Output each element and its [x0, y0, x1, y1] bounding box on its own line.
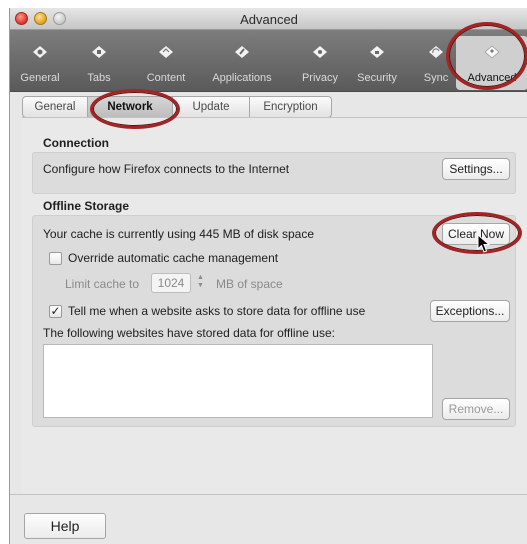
tab-update[interactable]: Update [172, 96, 250, 118]
toolbar-item-content[interactable]: Content [136, 36, 196, 90]
content-icon [159, 46, 173, 58]
bottom-divider [10, 494, 527, 495]
stepper-up-icon: ▲ [197, 274, 204, 281]
privacy-icon [313, 46, 327, 58]
tab-general[interactable]: General [22, 96, 88, 118]
cache-limit-stepper[interactable]: ▲ ▼ [196, 274, 205, 292]
preferences-window: Advanced General Tabs Content Applicatio… [9, 8, 527, 544]
toolbar-item-advanced[interactable]: Advanced [456, 36, 527, 90]
offline-storage-heading: Offline Storage [43, 199, 130, 213]
exceptions-button[interactable]: Exceptions... [430, 300, 510, 322]
limit-cache-prefix: Limit cache to [65, 277, 140, 291]
cache-limit-field[interactable]: 1024 [151, 273, 191, 293]
tab-bar: General Network Update Encryption [22, 96, 332, 118]
connection-description: Configure how Firefox connects to the In… [43, 162, 290, 176]
connection-settings-button[interactable]: Settings... [442, 158, 510, 180]
offline-sites-list[interactable] [43, 344, 433, 418]
toolbar-item-privacy[interactable]: Privacy [290, 36, 350, 90]
window-title: Advanced [240, 12, 298, 27]
cache-limit-value: 1024 [157, 276, 185, 290]
security-icon [370, 46, 384, 58]
toolbar-item-applications[interactable]: Applications [212, 36, 272, 90]
cache-usage-text: Your cache is currently using 445 MB of … [43, 227, 315, 241]
general-icon [33, 46, 47, 58]
override-cache-checkbox[interactable] [49, 252, 62, 265]
tell-me-label: Tell me when a website asks to store dat… [68, 304, 366, 318]
connection-heading: Connection [43, 136, 109, 150]
toolbar-item-tabs[interactable]: Tabs [69, 36, 129, 90]
mouse-cursor-icon [477, 234, 491, 253]
tab-network[interactable]: Network [87, 96, 173, 118]
toolbar-item-general[interactable]: General [10, 36, 70, 90]
applications-icon [235, 46, 249, 58]
override-cache-label: Override automatic cache management [68, 251, 279, 265]
tab-encryption[interactable]: Encryption [249, 96, 332, 118]
preferences-toolbar: General Tabs Content Applications Privac… [10, 30, 527, 92]
tell-me-checkbox[interactable]: ✓ [49, 305, 62, 318]
clear-now-button[interactable]: Clear Now [442, 223, 510, 245]
sync-icon [429, 46, 443, 58]
limit-cache-suffix: MB of space [216, 277, 283, 291]
stepper-down-icon: ▼ [197, 282, 204, 289]
remove-button[interactable]: Remove... [442, 398, 510, 420]
title-bar: Advanced [10, 8, 527, 30]
checkmark-icon: ✓ [50, 304, 61, 318]
stored-sites-label: The following websites have stored data … [43, 326, 335, 340]
help-button[interactable]: Help [24, 513, 106, 539]
advanced-icon [484, 45, 500, 59]
tabs-icon [92, 46, 106, 58]
toolbar-item-security[interactable]: Security [347, 36, 407, 90]
